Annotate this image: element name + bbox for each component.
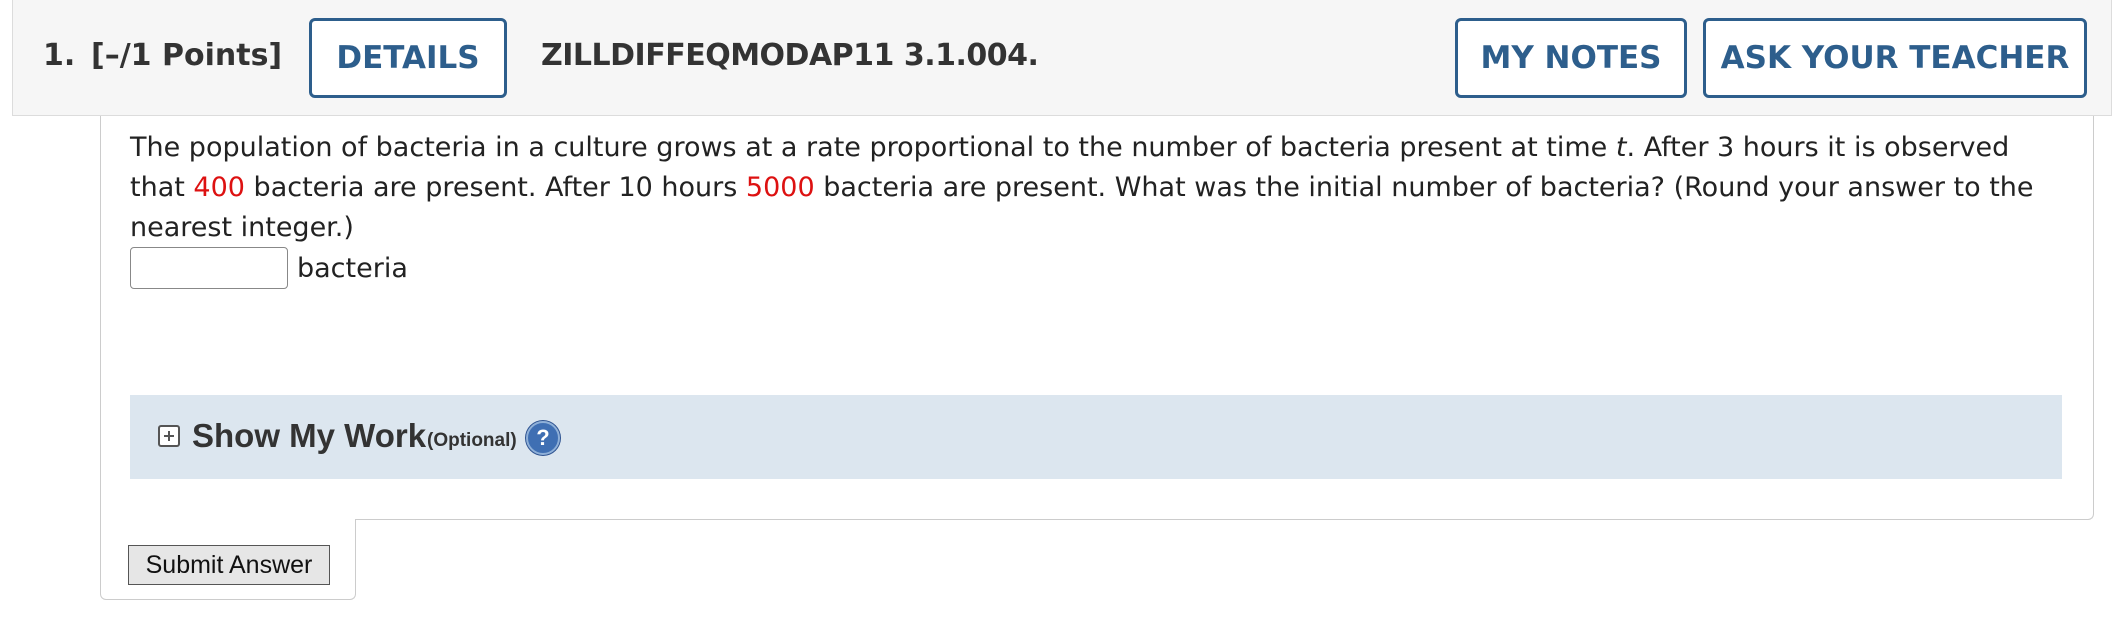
answer-input[interactable] — [130, 247, 288, 289]
plus-box-icon[interactable] — [158, 425, 180, 447]
question-circle-icon[interactable]: ? — [526, 421, 560, 455]
answer-unit: bacteria — [297, 252, 408, 284]
question-text-part1: The population of bacteria in a culture … — [130, 132, 1616, 163]
ask-teacher-button[interactable]: ASK YOUR TEACHER — [1703, 18, 2087, 98]
question-points: [–/1 Points] — [91, 38, 283, 73]
submit-answer-button[interactable]: Submit Answer — [128, 545, 330, 585]
answer-row: bacteria — [130, 246, 408, 290]
bacteria-count-10h: 5000 — [745, 172, 815, 203]
my-notes-button[interactable]: MY NOTES — [1455, 18, 1687, 98]
question-text: The population of bacteria in a culture … — [130, 128, 2060, 248]
submit-tab-joint — [101, 518, 355, 521]
bacteria-count-3h: 400 — [193, 172, 245, 203]
question-header: 1. [–/1 Points] DETAILS ZILLDIFFEQMODAP1… — [12, 0, 2112, 116]
question-page: 1. [–/1 Points] DETAILS ZILLDIFFEQMODAP1… — [0, 0, 2124, 618]
question-code: ZILLDIFFEQMODAP11 3.1.004. — [541, 38, 1039, 73]
show-my-work-title[interactable]: Show My Work — [192, 417, 426, 455]
show-my-work-panel[interactable]: Show My Work (Optional) ? — [130, 395, 2062, 479]
details-button[interactable]: DETAILS — [309, 18, 507, 98]
optional-label: (Optional) — [427, 430, 517, 451]
question-text-part3: bacteria are present. After 10 hours — [244, 172, 746, 203]
time-variable: t — [1615, 132, 1627, 163]
question-number: 1. — [43, 38, 76, 73]
